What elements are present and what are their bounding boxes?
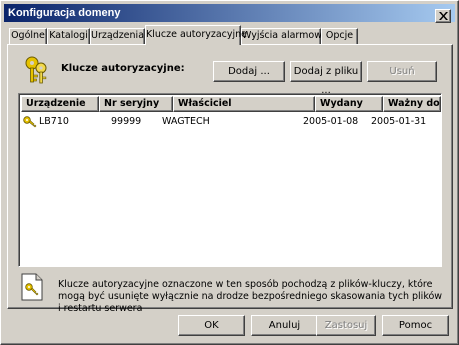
cell-owner: WAGTECH: [162, 116, 210, 127]
remove-button[interactable]: Usuń: [367, 61, 437, 82]
cell-valid-until: 2005-01-31: [371, 116, 427, 127]
keys-icon: [25, 56, 47, 84]
tab-options[interactable]: Opcje: [321, 28, 358, 44]
cell-issued: 2005-01-08: [303, 116, 359, 127]
apply-button[interactable]: Zastosuj: [316, 315, 376, 336]
window-title: Konfiguracja domeny: [8, 7, 121, 19]
column-header-valid-until[interactable]: Ważny do: [383, 96, 441, 112]
key-file-icon: [21, 273, 43, 301]
add-from-file-button[interactable]: Dodaj z pliku ...: [290, 61, 362, 96]
close-button[interactable]: [435, 9, 451, 23]
tab-devices[interactable]: Urządzenia: [90, 28, 145, 44]
column-header-device[interactable]: Urządzenie: [21, 96, 99, 112]
close-icon: [439, 12, 448, 20]
ok-button[interactable]: OK: [178, 315, 245, 336]
cancel-button[interactable]: Anuluj: [251, 315, 318, 336]
add-button[interactable]: Dodaj ...: [213, 61, 285, 82]
column-header-owner[interactable]: Właściciel: [173, 96, 315, 112]
dialog-window: Konfiguracja domeny Ogólne Katalogi Urzą…: [0, 0, 459, 345]
title-bar[interactable]: Konfiguracja domeny: [4, 4, 455, 23]
info-text: Klucze autoryzacyjne oznaczone w ten spo…: [58, 279, 443, 314]
column-header-serial[interactable]: Nr seryjny: [99, 96, 173, 112]
cell-serial: 99999: [111, 116, 142, 127]
help-button[interactable]: Pomoc: [382, 315, 449, 336]
tab-authorization-keys[interactable]: Klucze autoryzacyjne: [145, 25, 247, 45]
cell-device: LB710: [39, 116, 69, 127]
keys-heading: Klucze autoryzacyjne:: [61, 63, 185, 74]
tab-catalogs[interactable]: Katalogi: [47, 28, 90, 44]
key-icon: [23, 116, 37, 128]
keys-table[interactable]: Urządzenie Nr seryjny Właściciel Wydany …: [18, 93, 442, 267]
tab-alarm-outputs[interactable]: Wyjścia alarmowe: [241, 28, 328, 44]
column-header-issued[interactable]: Wydany: [315, 96, 383, 112]
tab-general[interactable]: Ogólne: [9, 28, 47, 44]
